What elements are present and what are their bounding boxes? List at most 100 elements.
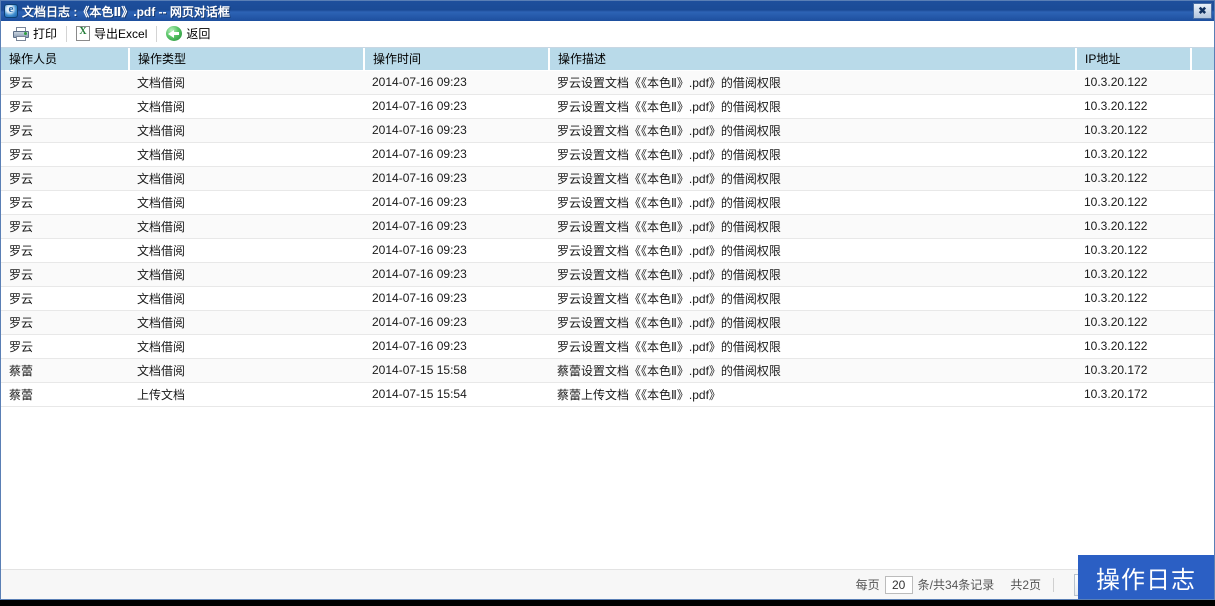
cell-time: 2014-07-16 09:23 xyxy=(364,286,549,311)
cell-user: 罗云 xyxy=(1,166,129,191)
operation-log-badge-label: 操作日志 xyxy=(1096,566,1196,594)
log-table: 操作人员 操作类型 操作时间 操作描述 IP地址 罗云 文档借阅 2014-07-1… xyxy=(1,48,1214,407)
cell-time: 2014-07-15 15:54 xyxy=(364,382,549,407)
cell-tail xyxy=(1191,238,1214,263)
print-label: 打印 xyxy=(33,27,58,41)
toolbar-separator-2 xyxy=(156,25,158,42)
log-table-container: 操作人员 操作类型 操作时间 操作描述 IP地址 罗云 文档借阅 2014-07-1… xyxy=(1,47,1214,569)
cell-desc: 罗云设置文档《《本色Ⅱ》.pdf》的借阅权限 xyxy=(549,142,1076,167)
table-row[interactable]: 罗云 文档借阅 2014-07-16 09:23 罗云设置文档《《本色Ⅱ》.pdf》的… xyxy=(1,238,1214,263)
close-icon[interactable]: ✖ xyxy=(1193,3,1212,19)
cell-ip: 10.3.20.172 xyxy=(1076,382,1191,407)
cell-type: 上传文档 xyxy=(129,382,364,407)
cell-time: 2014-07-15 15:58 xyxy=(364,358,549,383)
column-header-time[interactable]: 操作时间 xyxy=(364,48,550,71)
cell-desc: 罗云设置文档《《本色Ⅱ》.pdf》的借阅权限 xyxy=(549,118,1076,143)
table-header-row: 操作人员 操作类型 操作时间 操作描述 IP地址 xyxy=(1,48,1214,71)
table-row[interactable]: 蔡蕾 文档借阅 2014-07-15 15:58 蔡蕾设置文档《《本色Ⅱ》.pdf》的… xyxy=(1,358,1214,383)
table-row[interactable]: 罗云 文档借阅 2014-07-16 09:23 罗云设置文档《《本色Ⅱ》.pdf》的… xyxy=(1,310,1214,335)
cell-tail xyxy=(1191,142,1214,167)
cell-desc: 罗云设置文档《《本色Ⅱ》.pdf》的借阅权限 xyxy=(549,166,1076,191)
cell-tail xyxy=(1191,334,1214,359)
cell-desc: 罗云设置文档《《本色Ⅱ》.pdf》的借阅权限 xyxy=(549,70,1076,95)
cell-desc: 罗云设置文档《《本色Ⅱ》.pdf》的借阅权限 xyxy=(549,94,1076,119)
cell-tail xyxy=(1191,382,1214,407)
cell-type: 文档借阅 xyxy=(129,334,364,359)
cell-tail xyxy=(1191,166,1214,191)
ie-browser-icon xyxy=(4,3,18,18)
cell-user: 罗云 xyxy=(1,262,129,287)
cell-user: 罗云 xyxy=(1,238,129,263)
cell-type: 文档借阅 xyxy=(129,286,364,311)
print-button[interactable]: 打印 xyxy=(7,24,63,44)
per-page-label: 每页 xyxy=(855,578,880,592)
cell-ip: 10.3.20.122 xyxy=(1076,262,1191,287)
table-row[interactable]: 罗云 文档借阅 2014-07-16 09:23 罗云设置文档《《本色Ⅱ》.pdf》的… xyxy=(1,166,1214,191)
cell-type: 文档借阅 xyxy=(129,190,364,215)
cell-desc: 蔡蕾设置文档《《本色Ⅱ》.pdf》的借阅权限 xyxy=(549,358,1076,383)
cell-time: 2014-07-16 09:23 xyxy=(364,70,549,95)
cell-desc: 罗云设置文档《《本色Ⅱ》.pdf》的借阅权限 xyxy=(549,238,1076,263)
export-excel-button[interactable]: 导出Excel xyxy=(70,24,153,44)
table-row[interactable]: 罗云 文档借阅 2014-07-16 09:23 罗云设置文档《《本色Ⅱ》.pdf》的… xyxy=(1,286,1214,311)
cell-user: 罗云 xyxy=(1,214,129,239)
per-page-input[interactable] xyxy=(884,575,913,594)
cell-tail xyxy=(1191,94,1214,119)
cell-ip: 10.3.20.122 xyxy=(1076,142,1191,167)
table-row[interactable]: 蔡蕾 上传文档 2014-07-15 15:54 蔡蕾上传文档《《本色Ⅱ》.pdf》 1… xyxy=(1,382,1214,407)
cell-user: 罗云 xyxy=(1,142,129,167)
cell-type: 文档借阅 xyxy=(129,358,364,383)
cell-time: 2014-07-16 09:23 xyxy=(364,310,549,335)
table-row[interactable]: 罗云 文档借阅 2014-07-16 09:23 罗云设置文档《《本色Ⅱ》.pdf》的… xyxy=(1,334,1214,359)
cell-time: 2014-07-16 09:23 xyxy=(364,334,549,359)
cell-tail xyxy=(1191,214,1214,239)
cell-tail xyxy=(1191,190,1214,215)
cell-tail xyxy=(1191,70,1214,95)
cell-desc: 蔡蕾上传文档《《本色Ⅱ》.pdf》 xyxy=(549,382,1076,407)
back-button[interactable]: 返回 xyxy=(160,24,216,44)
table-row[interactable]: 罗云 文档借阅 2014-07-16 09:23 罗云设置文档《《本色Ⅱ》.pdf》的… xyxy=(1,94,1214,119)
column-header-user[interactable]: 操作人员 xyxy=(1,48,130,71)
cell-ip: 10.3.20.122 xyxy=(1076,118,1191,143)
cell-type: 文档借阅 xyxy=(129,70,364,95)
dialog-window: 文档日志 :《本色Ⅱ》.pdf -- 网页对话框 ✖ 打印 导出Excel 返回 xyxy=(0,0,1215,600)
printer-icon xyxy=(13,26,29,41)
column-header-type[interactable]: 操作类型 xyxy=(129,48,365,71)
cell-tail xyxy=(1191,310,1214,335)
table-row[interactable]: 罗云 文档借阅 2014-07-16 09:23 罗云设置文档《《本色Ⅱ》.pdf》的… xyxy=(1,142,1214,167)
cell-type: 文档借阅 xyxy=(129,238,364,263)
cell-ip: 10.3.20.172 xyxy=(1076,358,1191,383)
cell-type: 文档借阅 xyxy=(129,166,364,191)
cell-ip: 10.3.20.122 xyxy=(1076,94,1191,119)
cell-time: 2014-07-16 09:23 xyxy=(364,262,549,287)
cell-user: 罗云 xyxy=(1,286,129,311)
column-header-ip[interactable]: IP地址 xyxy=(1076,48,1192,71)
cell-type: 文档借阅 xyxy=(129,118,364,143)
cell-ip: 10.3.20.122 xyxy=(1076,310,1191,335)
cell-ip: 10.3.20.122 xyxy=(1076,70,1191,95)
green-back-arrow-icon xyxy=(166,26,183,41)
cell-time: 2014-07-16 09:23 xyxy=(364,94,549,119)
cell-ip: 10.3.20.122 xyxy=(1076,166,1191,191)
table-row[interactable]: 罗云 文档借阅 2014-07-16 09:23 罗云设置文档《《本色Ⅱ》.pdf》的… xyxy=(1,190,1214,215)
table-row[interactable]: 罗云 文档借阅 2014-07-16 09:23 罗云设置文档《《本色Ⅱ》.pdf》的… xyxy=(1,70,1214,95)
cell-ip: 10.3.20.122 xyxy=(1076,286,1191,311)
table-row[interactable]: 罗云 文档借阅 2014-07-16 09:23 罗云设置文档《《本色Ⅱ》.pdf》的… xyxy=(1,118,1214,143)
export-label: 导出Excel xyxy=(94,27,148,41)
column-header-desc[interactable]: 操作描述 xyxy=(549,48,1077,71)
column-header-tail xyxy=(1191,48,1214,71)
cell-desc: 罗云设置文档《《本色Ⅱ》.pdf》的借阅权限 xyxy=(549,334,1076,359)
cell-ip: 10.3.20.122 xyxy=(1076,190,1191,215)
table-row[interactable]: 罗云 文档借阅 2014-07-16 09:23 罗云设置文档《《本色Ⅱ》.pdf》的… xyxy=(1,214,1214,239)
cell-tail xyxy=(1191,262,1214,287)
cell-time: 2014-07-16 09:23 xyxy=(364,214,549,239)
cell-ip: 10.3.20.122 xyxy=(1076,334,1191,359)
table-row[interactable]: 罗云 文档借阅 2014-07-16 09:23 罗云设置文档《《本色Ⅱ》.pdf》的… xyxy=(1,262,1214,287)
cell-time: 2014-07-16 09:23 xyxy=(364,190,549,215)
cell-user: 罗云 xyxy=(1,94,129,119)
cell-time: 2014-07-16 09:23 xyxy=(364,142,549,167)
cell-type: 文档借阅 xyxy=(129,142,364,167)
title-bar: 文档日志 :《本色Ⅱ》.pdf -- 网页对话框 ✖ xyxy=(1,1,1214,21)
cell-tail xyxy=(1191,358,1214,383)
cell-time: 2014-07-16 09:23 xyxy=(364,166,549,191)
